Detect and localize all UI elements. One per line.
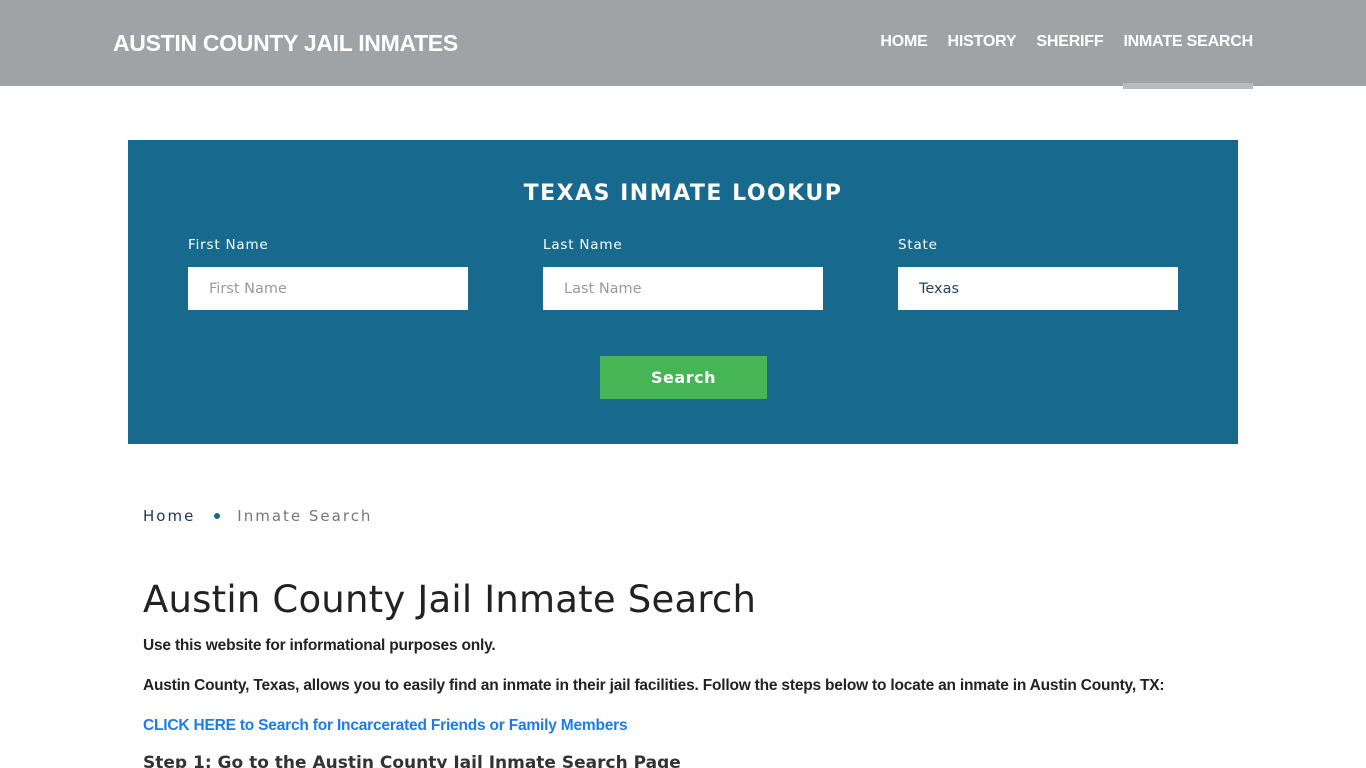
breadcrumb-current: Inmate Search xyxy=(237,507,373,525)
last-name-group: Last Name xyxy=(543,237,823,310)
nav-history[interactable]: HISTORY xyxy=(948,33,1017,51)
breadcrumb-home[interactable]: Home xyxy=(143,507,195,525)
first-name-input[interactable] xyxy=(188,267,468,310)
state-group: State xyxy=(898,237,1178,310)
site-logo[interactable]: AUSTIN COUNTY JAIL INMATES xyxy=(113,30,458,57)
step-1-heading: Step 1: Go to the Austin County Jail Inm… xyxy=(143,753,681,768)
last-name-label: Last Name xyxy=(543,237,623,253)
lookup-title: TEXAS INMATE LOOKUP xyxy=(523,181,843,206)
first-name-label: First Name xyxy=(188,237,269,253)
nav-sheriff[interactable]: SHERIFF xyxy=(1036,33,1103,51)
disclaimer-text: Use this website for informational purpo… xyxy=(143,637,496,654)
search-button[interactable]: Search xyxy=(600,356,767,399)
state-label: State xyxy=(898,237,938,253)
nav-inmate-search[interactable]: INMATE SEARCH xyxy=(1123,33,1253,89)
inmate-lookup-form: TEXAS INMATE LOOKUP First Name Last Name… xyxy=(128,140,1238,444)
page-title: Austin County Jail Inmate Search xyxy=(143,578,757,621)
breadcrumb-separator-dot xyxy=(214,513,221,519)
search-friends-family-link[interactable]: CLICK HERE to Search for Incarcerated Fr… xyxy=(143,717,628,735)
first-name-group: First Name xyxy=(188,237,468,310)
main-nav: HOME HISTORY SHERIFF INMATE SEARCH xyxy=(860,33,1253,89)
last-name-input[interactable] xyxy=(543,267,823,310)
site-header: AUSTIN COUNTY JAIL INMATES HOME HISTORY … xyxy=(0,0,1366,89)
breadcrumb: Home Inmate Search xyxy=(143,507,372,525)
nav-home[interactable]: HOME xyxy=(880,33,927,51)
intro-text: Austin County, Texas, allows you to easi… xyxy=(143,677,1165,694)
state-input[interactable] xyxy=(898,267,1178,310)
